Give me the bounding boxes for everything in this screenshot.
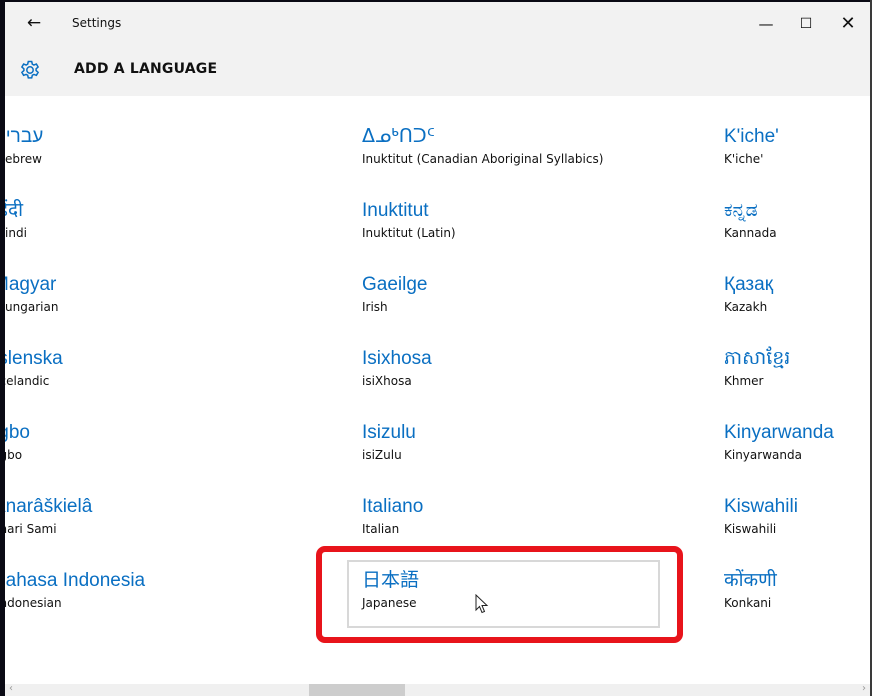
language-native-name: Anarâškielâ — [5, 496, 93, 517]
language-native-name: ភាសាខ្មែរ — [724, 348, 791, 369]
language-english-name: K'iche' — [724, 152, 764, 166]
window-border-left — [0, 0, 5, 696]
language-item-indonesian[interactable]: Bahasa Indonesia Indonesian — [5, 568, 145, 642]
language-english-name: Kazakh — [724, 300, 768, 314]
language-column-1: עברית Hebrew हिंदी Hindi Magyar Hungaria… — [5, 124, 145, 642]
language-item-igbo[interactable]: Igbo Igbo — [5, 420, 145, 494]
language-item-kinyarwanda[interactable]: Kinyarwanda Kinyarwanda — [724, 420, 834, 494]
language-item-khmer[interactable]: ភាសាខ្មែរ Khmer — [724, 346, 834, 420]
language-native-name: Қазақ — [724, 274, 774, 295]
language-item-hungarian[interactable]: Magyar Hungarian — [5, 272, 145, 346]
language-item-kazakh[interactable]: Қазақ Kazakh — [724, 272, 834, 346]
language-item-inari-sami[interactable]: Anarâškielâ Inari Sami — [5, 494, 145, 568]
language-english-name: Hungarian — [5, 300, 59, 314]
language-native-name: Gaeilge — [362, 274, 428, 295]
scrollbar-thumb[interactable] — [309, 684, 405, 696]
language-item-konkani[interactable]: कोंकणी Konkani — [724, 568, 834, 642]
settings-window: ← Settings — ☐ ✕ ADD A LANGUAGE עברית He… — [0, 0, 872, 696]
language-item-inuktitut-latin[interactable]: Inuktitut Inuktitut (Latin) — [362, 198, 603, 272]
language-item-kannada[interactable]: ಕನ್ನಡ Kannada — [724, 198, 834, 272]
language-native-name: ಕನ್ನಡ — [724, 200, 758, 221]
language-item-kiswahili[interactable]: Kiswahili Kiswahili — [724, 494, 834, 568]
minimize-icon: — — [758, 15, 774, 33]
close-button[interactable]: ✕ — [828, 10, 868, 38]
language-english-name: Kiswahili — [724, 522, 777, 536]
language-english-name: Inuktitut (Canadian Aboriginal Syllabics… — [362, 152, 604, 166]
window-title: Settings — [72, 16, 122, 30]
language-item-hebrew[interactable]: עברית Hebrew — [5, 124, 145, 198]
language-native-name: कोंकणी — [724, 570, 777, 591]
language-native-name: ᐃᓄᒃᑎᑐᑦ — [362, 126, 435, 147]
title-bar: ← Settings — ☐ ✕ — [5, 2, 870, 46]
language-native-name: Kinyarwanda — [724, 422, 834, 443]
gear-icon — [20, 60, 40, 79]
language-item-hindi[interactable]: हिंदी Hindi — [5, 198, 145, 272]
scroll-left-icon[interactable]: ‹ — [9, 683, 13, 694]
maximize-button[interactable]: ☐ — [786, 10, 826, 38]
window-border-top — [0, 0, 872, 2]
language-item-isixhosa[interactable]: Isixhosa isiXhosa — [362, 346, 603, 420]
language-english-name: Kinyarwanda — [724, 448, 802, 462]
language-english-name: Indonesian — [5, 596, 62, 610]
language-item-irish[interactable]: Gaeilge Irish — [362, 272, 603, 346]
language-native-name: íslenska — [5, 348, 63, 369]
page-title: ADD A LANGUAGE — [74, 61, 218, 77]
back-button[interactable]: ← — [19, 10, 49, 36]
language-native-name: Inuktitut — [362, 200, 429, 221]
language-english-name: Hebrew — [5, 152, 42, 166]
language-english-name: Inari Sami — [5, 522, 57, 536]
annotation-highlight-box — [316, 546, 683, 643]
language-item-isizulu[interactable]: Isizulu isiZulu — [362, 420, 603, 494]
language-native-name: Bahasa Indonesia — [5, 570, 146, 591]
language-english-name: Igbo — [5, 448, 23, 462]
back-arrow-icon: ← — [26, 13, 42, 33]
language-english-name: Irish — [362, 300, 388, 314]
language-native-name: Igbo — [5, 422, 30, 443]
language-native-name: Isizulu — [362, 422, 416, 443]
language-english-name: isiZulu — [362, 448, 402, 462]
page-header: ADD A LANGUAGE — [5, 46, 870, 96]
language-native-name: Isixhosa — [362, 348, 432, 369]
language-native-name: Kiswahili — [724, 496, 798, 517]
language-item-icelandic[interactable]: íslenska Icelandic — [5, 346, 145, 420]
language-english-name: isiXhosa — [362, 374, 412, 388]
language-native-name: Italiano — [362, 496, 424, 517]
language-english-name: Icelandic — [5, 374, 50, 388]
language-native-name: עברית — [5, 126, 44, 147]
language-english-name: Inuktitut (Latin) — [362, 226, 456, 240]
maximize-icon: ☐ — [799, 16, 813, 32]
scroll-right-icon[interactable]: › — [862, 683, 866, 694]
minimize-button[interactable]: — — [746, 10, 786, 38]
language-native-name: Magyar — [5, 274, 57, 295]
language-native-name: K'iche' — [724, 126, 779, 147]
language-native-name: हिंदी — [5, 200, 24, 221]
close-icon: ✕ — [840, 13, 856, 34]
language-english-name: Khmer — [724, 374, 764, 388]
language-english-name: Italian — [362, 522, 400, 536]
language-item-inuktitut-syllabics[interactable]: ᐃᓄᒃᑎᑐᑦ Inuktitut (Canadian Aboriginal Sy… — [362, 124, 603, 198]
language-english-name: Hindi — [5, 226, 27, 240]
language-item-kiche[interactable]: K'iche' K'iche' — [724, 124, 834, 198]
language-english-name: Konkani — [724, 596, 772, 610]
horizontal-scrollbar[interactable]: ‹ › — [5, 683, 870, 696]
language-english-name: Kannada — [724, 226, 777, 240]
language-column-3: K'iche' K'iche' ಕನ್ನಡ Kannada Қазақ Kaza… — [724, 124, 834, 642]
